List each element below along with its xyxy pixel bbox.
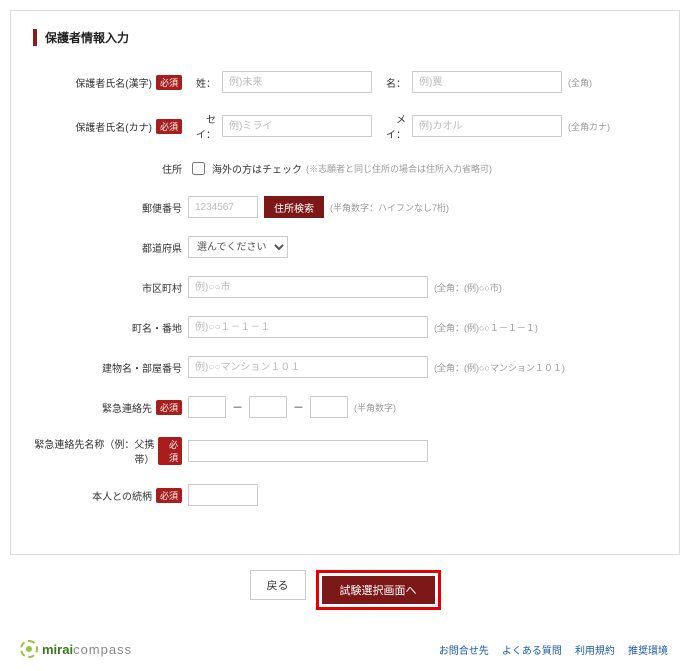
required-badge: 必須 (158, 437, 182, 465)
footer-link-faq[interactable]: よくある質問 (502, 646, 562, 657)
hint-name-kanji: (全角) (568, 76, 592, 89)
footer-link-contact[interactable]: お問合せ先 (439, 646, 489, 657)
required-badge: 必須 (156, 488, 182, 503)
hint-city: (全角：(例)○○市) (434, 281, 502, 294)
hint-town: (全角：(例)○○１－１－１) (434, 321, 538, 334)
tel-sep-2: － (293, 399, 304, 415)
required-badge: 必須 (156, 75, 182, 90)
label-pref: 都道府県 (142, 240, 182, 255)
label-relation: 本人との続柄 (92, 488, 152, 503)
hint-tel: (半角数字) (354, 401, 396, 414)
mei-label: 名： (378, 75, 406, 90)
label-name-kana: 保護者氏名(カナ) (75, 119, 152, 134)
logo-bold: mirai (42, 642, 73, 657)
checkbox-label: 海外の方はチェック (212, 161, 302, 176)
tel-sep-1: － (232, 399, 243, 415)
input-relation[interactable] (188, 484, 258, 506)
input-sei-kana[interactable] (222, 115, 372, 137)
button-row: 戻る 試験選択画面へ (10, 570, 680, 610)
footer-links: お問合せ先 よくある質問 利用規約 推奨環境 (429, 642, 668, 657)
row-name-kana: 保護者氏名(カナ) 必須 セイ： メイ： (全角カナ) (33, 111, 657, 141)
select-pref[interactable]: 選んでください (188, 236, 288, 258)
input-tel-2[interactable] (249, 396, 287, 418)
row-name-kanji: 保護者氏名(漢字) 必須 姓： 名： (全角) (33, 71, 657, 93)
section-title: 保護者情報入力 (33, 29, 657, 46)
input-zip[interactable] (188, 196, 258, 218)
hint-bldg: (全角：(例)○○マンション１０１) (434, 361, 565, 374)
back-button[interactable]: 戻る (250, 570, 306, 600)
label-tel-name: 緊急連絡先名称（例：父携帯） (33, 436, 154, 466)
required-badge: 必須 (156, 119, 182, 134)
footer-link-env[interactable]: 推奨環境 (628, 646, 668, 657)
logo-rest: compass (73, 642, 132, 657)
label-town: 町名・番地 (132, 320, 182, 335)
row-bldg: 建物名・部屋番号 (全角：(例)○○マンション１０１) (33, 356, 657, 378)
mei-label-kana: メイ： (378, 111, 406, 141)
row-pref: 都道府県 選んでください (33, 236, 657, 258)
input-mei-kana[interactable] (412, 115, 562, 137)
address-search-button[interactable]: 住所検索 (264, 196, 324, 218)
sei-label-kana: セイ： (188, 111, 216, 141)
row-tel-name: 緊急連絡先名称（例：父携帯） 必須 (33, 436, 657, 466)
row-tel: 緊急連絡先 必須 － － (半角数字) (33, 396, 657, 418)
row-town: 町名・番地 (全角：(例)○○１－１－１) (33, 316, 657, 338)
input-sei-kanji[interactable] (222, 71, 372, 93)
logo: miraicompass (20, 640, 132, 658)
row-city: 市区町村 (全角：(例)○○市) (33, 276, 657, 298)
input-tel-3[interactable] (310, 396, 348, 418)
sei-label: 姓： (188, 75, 216, 90)
input-tel-name[interactable] (188, 440, 428, 462)
label-name-kanji: 保護者氏名(漢字) (75, 75, 152, 90)
highlight-box: 試験選択画面へ (316, 570, 441, 610)
label-address: 住所 (162, 161, 182, 176)
label-zip: 郵便番号 (142, 200, 182, 215)
hint-zip: (半角数字：ハイフンなし7桁) (330, 201, 449, 214)
checkbox-hint: (※志願者と同じ住所の場合は住所入力省略可) (306, 162, 492, 175)
row-relation: 本人との続柄 必須 (33, 484, 657, 506)
input-city[interactable] (188, 276, 428, 298)
footer: miraicompass お問合せ先 よくある質問 利用規約 推奨環境 (10, 640, 680, 666)
input-tel-1[interactable] (188, 396, 226, 418)
input-town[interactable] (188, 316, 428, 338)
required-badge: 必須 (156, 400, 182, 415)
row-address: 住所 海外の方はチェック (※志願者と同じ住所の場合は住所入力省略可) (33, 159, 657, 178)
logo-icon (20, 640, 38, 658)
hint-name-kana: (全角カナ) (568, 120, 610, 133)
input-mei-kanji[interactable] (412, 71, 562, 93)
checkbox-overseas[interactable] (192, 162, 205, 175)
label-bldg: 建物名・部屋番号 (102, 360, 182, 375)
footer-link-terms[interactable]: 利用規約 (575, 646, 615, 657)
label-city: 市区町村 (142, 280, 182, 295)
next-button[interactable]: 試験選択画面へ (322, 576, 435, 604)
label-tel: 緊急連絡先 (102, 400, 152, 415)
row-zip: 郵便番号 住所検索 (半角数字：ハイフンなし7桁) (33, 196, 657, 218)
guardian-info-panel: 保護者情報入力 保護者氏名(漢字) 必須 姓： 名： (全角) 保護者氏名(カナ… (10, 10, 680, 555)
input-bldg[interactable] (188, 356, 428, 378)
